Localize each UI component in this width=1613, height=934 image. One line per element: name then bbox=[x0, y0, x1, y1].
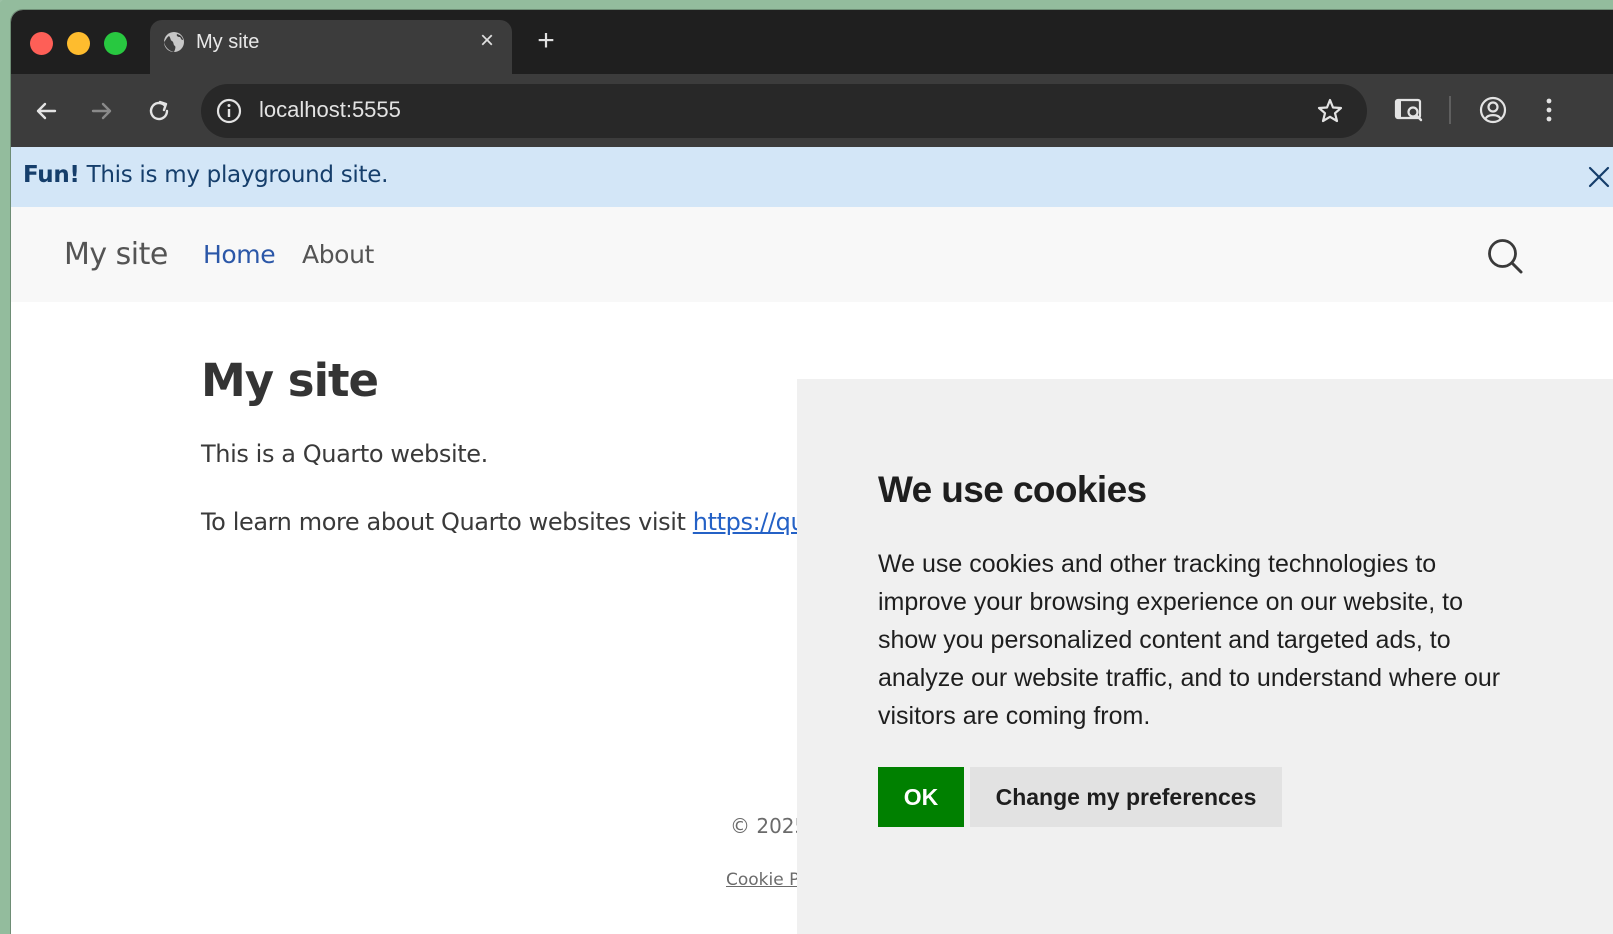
browser-toolbar: localhost:5555 bbox=[11, 74, 1613, 147]
cast-search-icon[interactable] bbox=[1393, 94, 1425, 126]
page-title: My site bbox=[201, 354, 379, 407]
browser-window: My site × + localhost:5555 Fun! This is … bbox=[11, 10, 1613, 934]
announcement-close-icon[interactable] bbox=[1585, 163, 1613, 191]
forward-arrow-icon[interactable] bbox=[87, 96, 117, 126]
announcement-text: Fun! This is my playground site. bbox=[23, 162, 388, 188]
cookie-title: We use cookies bbox=[878, 469, 1147, 510]
maximize-window-button[interactable] bbox=[104, 32, 127, 55]
intro-paragraph: This is a Quarto website. bbox=[201, 440, 488, 468]
browser-tab[interactable]: My site × bbox=[150, 20, 512, 74]
cookie-consent-dialog: We use cookies We use cookies and other … bbox=[797, 379, 1613, 934]
profile-icon[interactable] bbox=[1477, 94, 1509, 126]
learn-more-paragraph: To learn more about Quarto websites visi… bbox=[201, 508, 820, 536]
close-window-button[interactable] bbox=[30, 32, 53, 55]
nav-item-home[interactable]: Home bbox=[203, 240, 276, 269]
new-tab-button[interactable]: + bbox=[530, 26, 562, 58]
web-page: Fun! This is my playground site. My site… bbox=[11, 147, 1613, 934]
site-info-icon[interactable] bbox=[215, 97, 243, 125]
site-navbar: My site Home About bbox=[11, 207, 1613, 302]
nav-item-about[interactable]: About bbox=[302, 240, 374, 269]
reload-icon[interactable] bbox=[144, 96, 174, 126]
globe-icon bbox=[162, 30, 186, 54]
cookie-description: We use cookies and other tracking techno… bbox=[878, 550, 1501, 730]
announcement-bold: Fun! bbox=[23, 162, 80, 188]
toolbar-divider bbox=[1449, 96, 1451, 124]
announcement-message: This is my playground site. bbox=[79, 162, 389, 188]
cookie-ok-button[interactable]: OK bbox=[878, 767, 964, 827]
minimize-window-button[interactable] bbox=[67, 32, 90, 55]
more-menu-icon[interactable] bbox=[1533, 94, 1565, 126]
change-preferences-button[interactable]: Change my preferences bbox=[970, 767, 1282, 827]
address-bar[interactable]: localhost:5555 bbox=[201, 84, 1367, 138]
search-icon[interactable] bbox=[1486, 237, 1524, 275]
url-text[interactable]: localhost:5555 bbox=[259, 97, 401, 123]
back-arrow-icon[interactable] bbox=[31, 96, 61, 126]
announcement-bar: Fun! This is my playground site. bbox=[11, 147, 1613, 207]
footer-copyright: © 2025 bbox=[730, 814, 808, 838]
tab-close-icon[interactable]: × bbox=[474, 28, 500, 54]
cookie-policy-link[interactable]: Cookie Pr bbox=[726, 870, 806, 890]
site-brand[interactable]: My site bbox=[64, 237, 168, 272]
tab-strip: My site × + bbox=[11, 10, 1613, 74]
bookmark-star-icon[interactable] bbox=[1315, 96, 1345, 126]
learn-more-text: To learn more about Quarto websites visi… bbox=[201, 508, 693, 536]
tab-title: My site bbox=[196, 31, 260, 53]
